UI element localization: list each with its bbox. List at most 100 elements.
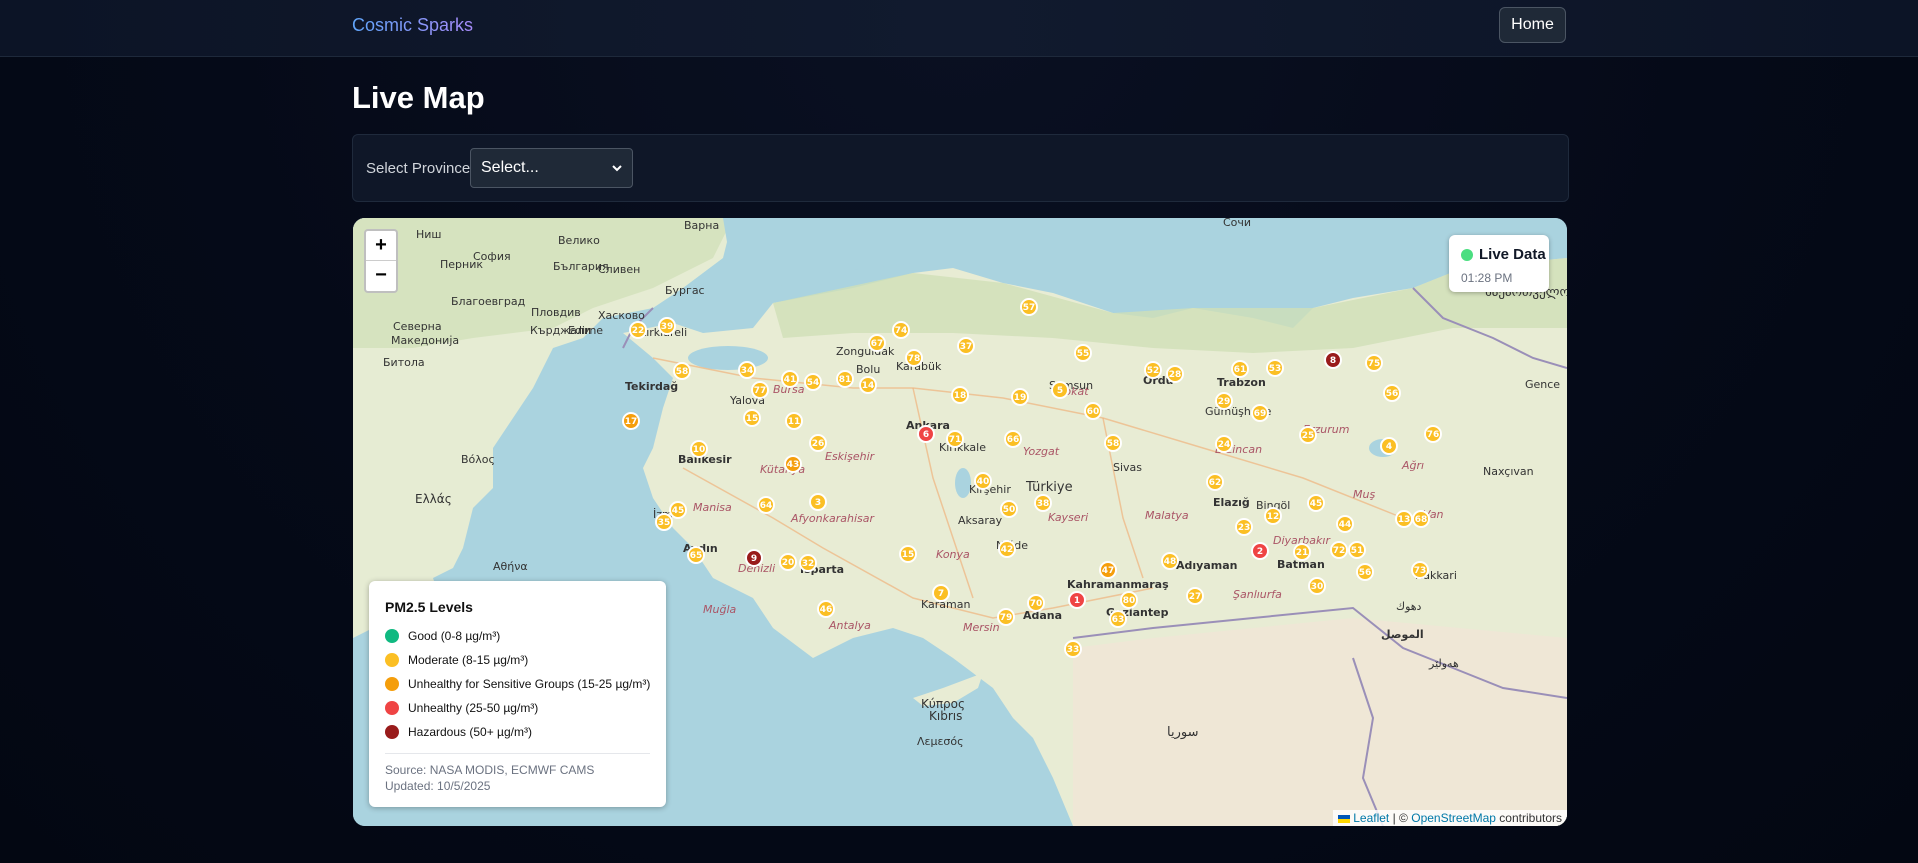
station-marker-moderate[interactable]: 26 [809, 434, 827, 452]
station-marker-moderate[interactable]: 67 [868, 334, 886, 352]
station-marker-moderate[interactable]: 44 [1336, 515, 1354, 533]
station-marker-moderate[interactable]: 7 [932, 584, 950, 602]
station-marker-moderate[interactable]: 76 [1424, 425, 1442, 443]
station-marker-moderate[interactable]: 65 [687, 546, 705, 564]
station-marker-sensitive[interactable]: 43 [784, 455, 802, 473]
station-marker-moderate[interactable]: 33 [1064, 640, 1082, 658]
station-marker-moderate[interactable]: 72 [1330, 541, 1348, 559]
map-label: Adıyaman [1176, 559, 1237, 572]
station-marker-moderate[interactable]: 15 [743, 409, 761, 427]
station-marker-moderate[interactable]: 28 [1166, 365, 1184, 383]
station-marker-moderate[interactable]: 18 [951, 386, 969, 404]
osm-link[interactable]: OpenStreetMap [1411, 811, 1496, 825]
station-marker-moderate[interactable]: 27 [1186, 587, 1204, 605]
station-marker-moderate[interactable]: 75 [1365, 354, 1383, 372]
station-marker-moderate[interactable]: 61 [1231, 360, 1249, 378]
station-marker-moderate[interactable]: 66 [1004, 430, 1022, 448]
station-marker-moderate[interactable]: 52 [1144, 361, 1162, 379]
map-label: Bolu [856, 363, 880, 376]
station-marker-moderate[interactable]: 32 [799, 554, 817, 572]
attribution-separator: | © [1392, 811, 1408, 825]
station-marker-moderate[interactable]: 46 [817, 600, 835, 618]
map-label: Naxçıvan [1483, 465, 1534, 478]
home-button[interactable]: Home [1499, 7, 1566, 43]
station-marker-moderate[interactable]: 58 [673, 362, 691, 380]
station-marker-moderate[interactable]: 35 [655, 513, 673, 531]
station-marker-label: 33 [1067, 645, 1080, 655]
station-marker-moderate[interactable]: 10 [690, 440, 708, 458]
station-marker-sensitive[interactable]: 47 [1099, 561, 1117, 579]
station-marker-moderate[interactable]: 60 [1084, 402, 1102, 420]
station-marker-moderate[interactable]: 4 [1380, 437, 1398, 455]
leaflet-link[interactable]: Leaflet [1353, 811, 1389, 825]
station-marker-moderate[interactable]: 56 [1356, 563, 1374, 581]
station-marker-moderate[interactable]: 53 [1266, 359, 1284, 377]
station-marker-moderate[interactable]: 40 [974, 472, 992, 490]
station-marker-moderate[interactable]: 58 [1104, 434, 1122, 452]
station-marker-moderate[interactable]: 34 [738, 361, 756, 379]
station-marker-unhealthy[interactable]: 1 [1068, 591, 1086, 609]
station-marker-moderate[interactable]: 38 [1034, 494, 1052, 512]
station-marker-moderate[interactable]: 24 [1215, 435, 1233, 453]
station-marker-moderate[interactable]: 30 [1308, 577, 1326, 595]
live-data-card: Live Data 01:28 PM [1449, 235, 1549, 292]
station-marker-label: 10 [693, 445, 706, 455]
station-marker-moderate[interactable]: 62 [1206, 473, 1224, 491]
station-marker-moderate[interactable]: 63 [1109, 610, 1127, 628]
station-marker-moderate[interactable]: 13 [1395, 510, 1413, 528]
station-marker-moderate[interactable]: 21 [1293, 543, 1311, 561]
station-marker-moderate[interactable]: 3 [809, 493, 827, 511]
station-marker-moderate[interactable]: 51 [1348, 541, 1366, 559]
station-marker-moderate[interactable]: 55 [1074, 344, 1092, 362]
station-marker-moderate[interactable]: 79 [997, 608, 1015, 626]
station-marker-moderate[interactable]: 48 [1161, 552, 1179, 570]
station-marker-moderate[interactable]: 42 [998, 540, 1016, 558]
station-marker-unhealthy[interactable]: 2 [1251, 542, 1269, 560]
station-marker-moderate[interactable]: 37 [957, 337, 975, 355]
station-marker-moderate[interactable]: 80 [1120, 591, 1138, 609]
brand-logo[interactable]: Cosmic Sparks [352, 15, 473, 36]
station-marker-moderate[interactable]: 81 [836, 370, 854, 388]
station-marker-moderate[interactable]: 45 [669, 501, 687, 519]
station-marker-moderate[interactable]: 50 [1000, 500, 1018, 518]
zoom-out-button[interactable]: − [366, 261, 396, 290]
map-container[interactable]: Варна София Ниш Перник Велико България С… [353, 218, 1567, 826]
station-marker-moderate[interactable]: 25 [1299, 426, 1317, 444]
station-marker-moderate[interactable]: 57 [1020, 298, 1038, 316]
station-marker-moderate[interactable]: 68 [1412, 510, 1430, 528]
station-marker-moderate[interactable]: 14 [859, 376, 877, 394]
station-marker-moderate[interactable]: 11 [785, 412, 803, 430]
station-marker-moderate[interactable]: 54 [804, 373, 822, 391]
station-marker-moderate[interactable]: 45 [1307, 494, 1325, 512]
station-marker-moderate[interactable]: 5 [1051, 381, 1069, 399]
station-marker-moderate[interactable]: 15 [899, 545, 917, 563]
station-marker-label: 35 [658, 518, 671, 528]
station-marker-moderate[interactable]: 56 [1383, 384, 1401, 402]
map-label: Kahramanmaraş [1067, 578, 1169, 591]
station-marker-moderate[interactable]: 64 [757, 496, 775, 514]
station-marker-hazardous[interactable]: 8 [1324, 351, 1342, 369]
station-marker-sensitive[interactable]: 17 [622, 412, 640, 430]
station-marker-moderate[interactable]: 74 [892, 321, 910, 339]
station-marker-moderate[interactable]: 29 [1215, 392, 1233, 410]
station-marker-unhealthy[interactable]: 6 [917, 425, 935, 443]
station-marker-moderate[interactable]: 20 [779, 553, 797, 571]
station-marker-label: 46 [820, 605, 833, 615]
province-select[interactable]: Select... [470, 148, 633, 188]
station-marker-moderate[interactable]: 12 [1264, 507, 1282, 525]
station-marker-moderate[interactable]: 23 [1235, 518, 1253, 536]
station-marker-label: 43 [787, 460, 800, 470]
station-marker-moderate[interactable]: 39 [658, 317, 676, 335]
station-marker-label: 2 [1257, 547, 1263, 557]
station-marker-moderate[interactable]: 73 [1411, 561, 1429, 579]
station-marker-moderate[interactable]: 77 [751, 381, 769, 399]
station-marker-moderate[interactable]: 70 [1027, 594, 1045, 612]
station-marker-moderate[interactable]: 22 [629, 321, 647, 339]
station-marker-moderate[interactable]: 41 [781, 370, 799, 388]
station-marker-moderate[interactable]: 71 [946, 430, 964, 448]
station-marker-hazardous[interactable]: 9 [745, 549, 763, 567]
station-marker-moderate[interactable]: 69 [1251, 404, 1269, 422]
station-marker-moderate[interactable]: 19 [1011, 388, 1029, 406]
zoom-in-button[interactable]: + [366, 231, 396, 261]
station-marker-moderate[interactable]: 78 [905, 349, 923, 367]
